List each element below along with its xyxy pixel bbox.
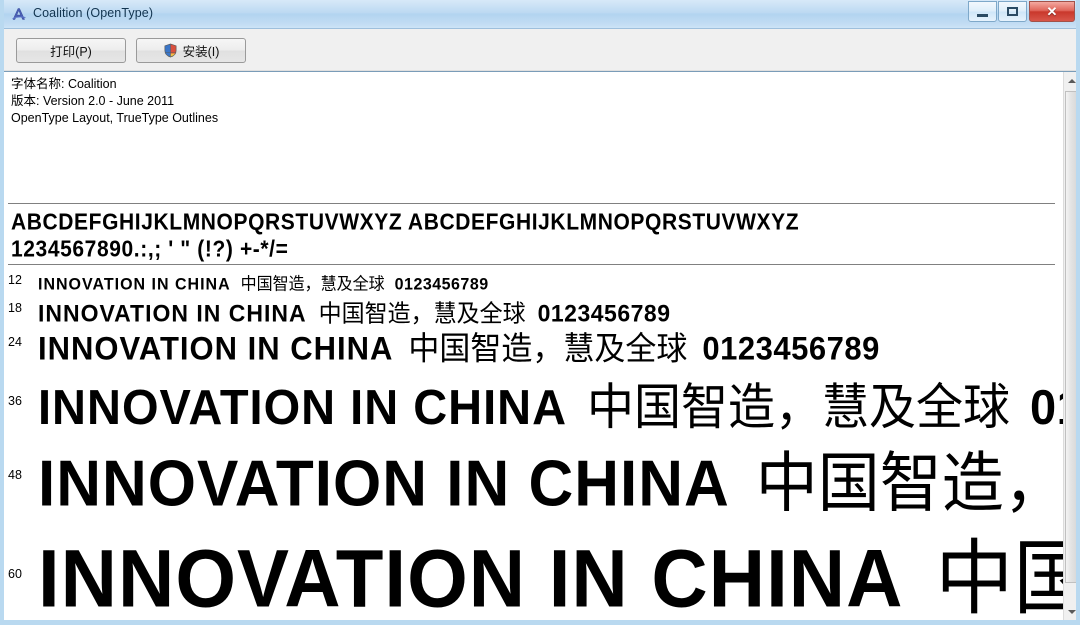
scrollbar-thumb[interactable]: [1065, 91, 1076, 583]
window-title: Coalition (OpenType): [33, 6, 154, 20]
install-button[interactable]: 安装(I): [136, 38, 246, 63]
specimen-cjk-text: 中国智造，慧及全球: [935, 532, 1063, 620]
specimen-cjk-text: 中国智造，慧及全球: [755, 444, 1063, 522]
specimen-latin-text: INNOVATION IN CHINA: [38, 275, 231, 294]
font-a-icon: [11, 6, 27, 22]
arrow-up-icon: [1068, 78, 1076, 83]
font-name-line: 字体名称: Coalition: [11, 77, 117, 91]
specimen-size-label: 12: [8, 273, 22, 287]
specimen-row: INNOVATION IN CHINA 中国智造，慧及全球 0123456789: [38, 366, 1063, 438]
specimen-numerals: 0123456789: [394, 275, 489, 294]
maximize-button[interactable]: [998, 1, 1027, 22]
specimen-size-label: 48: [8, 468, 22, 482]
toolbar: 打印(P) 安装(I): [4, 29, 1076, 71]
specimen-size-label: 36: [8, 394, 22, 408]
print-button-label: 打印(P): [50, 45, 92, 59]
specimen-latin-text: INNOVATION IN CHINA: [38, 378, 568, 435]
divider-top: [8, 203, 1055, 204]
minimize-button[interactable]: [968, 1, 997, 22]
font-outlines-line: OpenType Layout, TrueType Outlines: [11, 111, 219, 125]
font-metadata: 字体名称: Coalition 版本: Version 2.0 - June 2…: [11, 76, 218, 127]
arrow-down-icon: [1068, 609, 1076, 614]
specimen-size-label: 60: [8, 567, 22, 581]
specimen-latin-text: INNOVATION IN CHINA: [38, 532, 904, 620]
specimen-numerals: 0123456789: [1030, 378, 1063, 435]
specimen-numerals: 0123456789: [702, 330, 880, 368]
specimen-cjk-text: 中国智造，慧及全球: [240, 273, 385, 294]
specimen-row: INNOVATION IN CHINA中国智造，慧及全球0123456789: [38, 513, 1063, 620]
title-bar: Coalition (OpenType) ✕: [4, 0, 1076, 29]
vertical-scrollbar[interactable]: [1063, 72, 1076, 620]
uac-shield-icon: [163, 43, 178, 58]
close-button[interactable]: ✕: [1029, 1, 1075, 22]
specimen-cjk-text: 中国智造，慧及全球: [408, 330, 688, 369]
scroll-up-button[interactable]: [1064, 72, 1076, 89]
divider-bottom: [8, 264, 1055, 265]
specimen-row: INNOVATION IN CHINA 中国智造，慧及全球 0123456789: [38, 322, 880, 369]
minimize-icon: [977, 13, 988, 17]
install-button-label: 安装(I): [182, 45, 220, 59]
close-icon: ✕: [1046, 4, 1058, 19]
font-viewer-window: Coalition (OpenType) ✕ 打印(P) 安装(I) 字体名称:…: [0, 0, 1080, 625]
scroll-down-button[interactable]: [1064, 603, 1076, 620]
maximize-icon: [1007, 7, 1018, 16]
alphabet-sample-row: ABCDEFGHIJKLMNOPQRSTUVWXYZ ABCDEFGHIJKLM…: [11, 210, 800, 235]
specimen-row: INNOVATION IN CHINA中国智造，慧及全球0123456789: [38, 430, 1063, 525]
font-preview-pane: 字体名称: Coalition 版本: Version 2.0 - June 2…: [4, 71, 1076, 620]
print-button[interactable]: 打印(P): [16, 38, 126, 63]
specimen-latin-text: INNOVATION IN CHINA: [38, 447, 730, 521]
font-version-line: 版本: Version 2.0 - June 2011: [11, 94, 175, 108]
digits-sample-row: 1234567890.:,; ' " (!?) +-*/=: [11, 237, 289, 262]
specimen-size-label: 18: [8, 301, 22, 315]
specimen-size-label: 24: [8, 335, 22, 349]
font-preview-content: 字体名称: Coalition 版本: Version 2.0 - June 2…: [4, 72, 1063, 620]
specimen-row: INNOVATION IN CHINA 中国智造，慧及全球 0123456789: [38, 269, 489, 294]
specimen-latin-text: INNOVATION IN CHINA: [38, 330, 394, 368]
specimen-cjk-text: 中国智造，慧及全球: [587, 378, 1011, 437]
specimen-row: INNOVATION IN中国智造，慧及全球0123456789: [38, 614, 1063, 620]
